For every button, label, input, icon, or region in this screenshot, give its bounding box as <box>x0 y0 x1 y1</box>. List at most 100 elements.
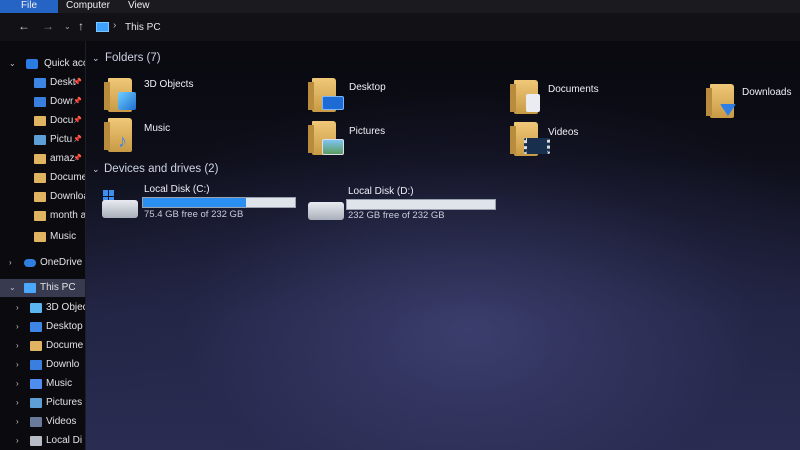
sidebar-item-pictures-pinned[interactable]: Pictu 📌 <box>0 131 85 149</box>
sidebar-item-music[interactable]: Music <box>0 228 85 246</box>
disk-icon <box>30 436 42 446</box>
drives-heading[interactable]: Devices and drives (2) <box>104 163 218 175</box>
forward-arrow-icon[interactable]: → <box>42 19 54 33</box>
drive-usage-fill <box>143 198 246 207</box>
tab-computer[interactable]: Computer <box>66 0 110 13</box>
pin-icon: 📌 <box>73 136 82 143</box>
pc-icon <box>24 283 36 293</box>
sidebar-item-onedrive[interactable]: › OneDrive <box>0 254 85 272</box>
sidebar-item-label: Quick acce <box>44 58 85 69</box>
video-icon <box>30 417 42 427</box>
folder-icon <box>34 192 46 202</box>
desktop-icon <box>34 78 46 88</box>
sidebar-item-downloads[interactable]: Downloa <box>0 188 85 206</box>
folder-label: Documents <box>548 84 599 95</box>
expand-chevron-icon[interactable]: › <box>16 356 19 374</box>
sidebar-item-label: Downloa <box>50 191 85 202</box>
navigation-pane: ⌄ Quick acce Deskt 📌 Dowr 📌 Docu 📌 Pictu… <box>0 41 86 450</box>
ribbon: File Computer View <box>0 0 800 13</box>
sidebar-item-label: Docu <box>50 115 74 126</box>
drive-name: Local Disk (D:) <box>348 186 414 197</box>
folder-label: Music <box>144 123 171 134</box>
documents-folder-icon <box>510 80 540 114</box>
sidebar-item-videos-pc[interactable]: › Videos <box>0 413 85 431</box>
picture-icon <box>34 135 46 145</box>
expand-chevron-icon[interactable]: › <box>16 394 19 412</box>
folders-heading[interactable]: Folders (7) <box>105 52 161 64</box>
expand-chevron-icon[interactable]: › <box>16 413 19 431</box>
tab-view[interactable]: View <box>128 0 150 13</box>
cube-icon <box>30 303 42 313</box>
sidebar-item-desktop-pinned[interactable]: Deskt 📌 <box>0 74 85 92</box>
expand-chevron-icon[interactable]: › <box>16 337 19 355</box>
expand-chevron-icon[interactable]: › <box>16 375 19 393</box>
downloads-folder-icon <box>706 84 736 118</box>
sidebar-item-label: Pictures <box>46 397 83 408</box>
this-pc-icon <box>96 22 109 32</box>
sidebar-item-label: Docume <box>46 340 84 351</box>
download-icon <box>30 360 42 370</box>
sidebar-item-pictures-pc[interactable]: › Pictures <box>0 394 85 412</box>
drive-free-space: 75.4 GB free of 232 GB <box>144 209 244 220</box>
sidebar-item-label: amaz <box>50 153 75 164</box>
sidebar-item-amaz[interactable]: amaz 📌 <box>0 150 85 168</box>
sidebar-item-documents-pinned[interactable]: Docu 📌 <box>0 112 85 130</box>
sidebar-item-music-pc[interactable]: › Music <box>0 375 85 393</box>
drive-free-space: 232 GB free of 232 GB <box>348 210 445 221</box>
sidebar-item-documents-pc[interactable]: › Docume <box>0 337 85 355</box>
music-icon <box>30 379 42 389</box>
sidebar-item-this-pc[interactable]: ⌄ This PC <box>0 279 85 297</box>
sidebar-item-month[interactable]: month a <box>0 207 85 225</box>
cloud-icon <box>24 259 36 267</box>
download-icon <box>34 97 46 107</box>
sidebar-item-3d-objects[interactable]: › 3D Objec <box>0 299 85 317</box>
expand-chevron-icon[interactable]: › <box>16 318 19 336</box>
collapse-drives-chevron-icon[interactable]: ⌄ <box>92 164 100 175</box>
back-arrow-icon[interactable]: ← <box>18 19 30 33</box>
drive-usage-bar <box>142 197 296 208</box>
document-icon <box>34 116 46 126</box>
collapse-folders-chevron-icon[interactable]: ⌄ <box>92 53 100 64</box>
folder-icon <box>34 211 46 221</box>
expand-chevron-icon[interactable]: ⌄ <box>9 55 16 73</box>
sidebar-item-downloads-pc[interactable]: › Downlo <box>0 356 85 374</box>
expand-chevron-icon[interactable]: › <box>16 432 19 450</box>
expand-chevron-icon[interactable]: › <box>16 299 19 317</box>
recent-locations-chevron-icon[interactable]: ⌄ <box>64 22 71 31</box>
folder-label: Downloads <box>742 87 792 98</box>
pin-icon: 📌 <box>73 79 82 86</box>
expand-chevron-icon[interactable]: › <box>9 254 12 272</box>
sidebar-item-quick-access[interactable]: ⌄ Quick acce <box>0 55 85 73</box>
up-arrow-icon[interactable]: ↑ <box>78 19 84 33</box>
sidebar-item-label: Docume <box>50 172 85 183</box>
sidebar-item-label: Deskt <box>50 77 76 88</box>
hard-drive-icon <box>102 200 138 218</box>
desktop-folder-icon <box>308 78 344 112</box>
pictures-folder-icon <box>308 121 344 155</box>
folder-label: Desktop <box>349 82 386 93</box>
folder-icon <box>34 173 46 183</box>
folder-label: Videos <box>548 127 579 138</box>
sidebar-item-documents[interactable]: Docume <box>0 169 85 187</box>
breadcrumb-this-pc[interactable]: This PC <box>125 22 161 33</box>
sidebar-item-label: This PC <box>40 282 76 293</box>
sidebar-item-label: month a <box>50 210 85 221</box>
pin-icon: 📌 <box>73 98 82 105</box>
sidebar-item-label: Music <box>50 231 77 242</box>
sidebar-item-local-disk[interactable]: › Local Di <box>0 432 85 450</box>
sidebar-item-label: Desktop <box>46 321 83 332</box>
folder-icon <box>34 154 46 164</box>
expand-chevron-icon[interactable]: ⌄ <box>9 279 16 297</box>
music-folder-icon: ♪ <box>104 118 132 152</box>
sidebar-item-label: Dowr <box>50 96 74 107</box>
sidebar-item-desktop[interactable]: › Desktop <box>0 318 85 336</box>
breadcrumb-separator: › <box>113 20 117 31</box>
folder-label: Pictures <box>349 126 386 137</box>
sidebar-item-downloads-pinned[interactable]: Dowr 📌 <box>0 93 85 111</box>
document-icon <box>30 341 42 351</box>
pin-icon: 📌 <box>73 155 82 162</box>
pin-icon: 📌 <box>73 117 82 124</box>
videos-folder-icon <box>510 122 550 156</box>
address-bar <box>0 13 800 41</box>
tab-file[interactable]: File <box>0 0 58 13</box>
